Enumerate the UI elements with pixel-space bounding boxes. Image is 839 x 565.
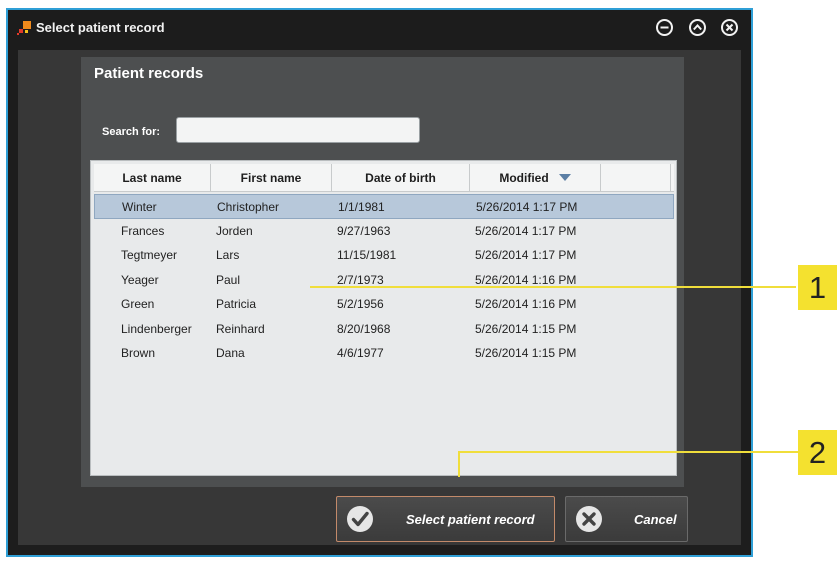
panel-title: Patient records — [94, 65, 204, 82]
cell-date-of-birth: 1/1/1981 — [338, 200, 385, 214]
cell-modified: 5/26/2014 1:17 PM — [475, 248, 577, 262]
patient-table: Last name First name Date of birth Modif… — [90, 160, 677, 476]
cell-first-name: Patricia — [216, 297, 257, 311]
dialog-buttons: Select patient record Cancel — [18, 496, 741, 542]
cell-last-name: Yeager — [121, 272, 159, 287]
table-row[interactable]: Lindenberger Reinhard 8/20/1968 5/26/201… — [94, 317, 674, 342]
table-header: Last name First name Date of birth Modif… — [94, 164, 674, 192]
window-title: Select patient record — [36, 20, 165, 35]
table-row[interactable]: Tegtmeyer Lars 11/15/1981 5/26/2014 1:17… — [94, 243, 674, 268]
minimize-icon — [656, 19, 674, 36]
column-header-first-name[interactable]: First name — [211, 164, 332, 191]
cell-date-of-birth: 2/7/1973 — [337, 272, 384, 287]
sort-descending-icon — [558, 174, 571, 181]
cell-modified: 5/26/2014 1:16 PM — [475, 272, 577, 287]
cell-date-of-birth: 9/27/1963 — [337, 223, 391, 238]
callout-1-badge: 1 — [798, 265, 837, 310]
table-row[interactable]: Frances Jorden 9/27/1963 5/26/2014 1:17 … — [94, 219, 674, 244]
title-bar[interactable]: Select patient record — [8, 10, 751, 50]
cell-first-name: Jorden — [216, 223, 253, 238]
cancel-button[interactable]: Cancel — [565, 496, 688, 542]
cell-first-name: Reinhard — [216, 321, 265, 336]
minimize-button[interactable] — [655, 18, 674, 37]
callout-1-line — [310, 286, 796, 288]
table-row[interactable]: Brown Dana 4/6/1977 5/26/2014 1:15 PM — [94, 341, 674, 366]
x-icon — [576, 506, 602, 532]
cell-first-name: Christopher — [217, 200, 280, 214]
search-label: Search for: — [102, 126, 161, 138]
callout-2-badge: 2 — [798, 430, 837, 475]
table-row[interactable]: Winter Christopher 1/1/1981 5/26/2014 1:… — [94, 194, 674, 219]
cell-date-of-birth: 4/6/1977 — [337, 346, 384, 360]
app-logo-icon — [17, 21, 31, 35]
select-patient-record-button[interactable]: Select patient record — [336, 496, 555, 542]
cell-first-name: Paul — [216, 272, 241, 287]
close-icon — [721, 19, 738, 36]
cell-modified: 5/26/2014 1:15 PM — [475, 321, 577, 336]
cell-date-of-birth: 8/20/1968 — [337, 321, 391, 336]
patient-records-panel: Patient records Search for: Last name Fi… — [81, 57, 684, 487]
callout-2-line — [459, 451, 798, 453]
callout-2-leader — [458, 451, 460, 477]
cell-first-name: Dana — [216, 346, 245, 360]
select-patient-record-dialog: Select patient record Patient records Se… — [6, 8, 753, 557]
checkmark-icon — [347, 506, 373, 532]
cancel-button-label: Cancel — [634, 512, 677, 527]
table-row[interactable]: Yeager Paul 2/7/1973 5/26/2014 1:16 PM — [94, 268, 674, 293]
chevron-up-icon — [688, 19, 706, 36]
cell-modified: 5/26/2014 1:16 PM — [475, 297, 577, 311]
maximize-button[interactable] — [688, 18, 707, 37]
column-header-modified[interactable]: Modified — [470, 164, 601, 191]
cell-date-of-birth: 11/15/1981 — [337, 248, 397, 262]
column-header-last-name[interactable]: Last name — [94, 164, 211, 191]
cell-modified: 5/26/2014 1:15 PM — [475, 346, 577, 360]
cell-last-name: Winter — [122, 200, 157, 214]
table-row[interactable]: Green Patricia 5/2/1956 5/26/2014 1:16 P… — [94, 292, 674, 317]
dialog-content: Patient records Search for: Last name Fi… — [18, 50, 741, 545]
search-input[interactable] — [176, 117, 420, 143]
column-header-spacer — [601, 164, 671, 191]
cell-last-name: Brown — [121, 346, 156, 360]
cell-date-of-birth: 5/2/1956 — [337, 297, 384, 311]
cell-first-name: Lars — [216, 248, 240, 262]
close-button[interactable] — [720, 18, 739, 37]
cell-last-name: Lindenberger — [121, 321, 192, 336]
cell-modified: 5/26/2014 1:17 PM — [475, 223, 577, 238]
cell-last-name: Frances — [121, 223, 165, 238]
window-controls — [646, 18, 739, 42]
table-body: Winter Christopher 1/1/1981 5/26/2014 1:… — [94, 194, 674, 366]
cell-last-name: Tegtmeyer — [121, 248, 178, 262]
cell-modified: 5/26/2014 1:17 PM — [476, 200, 578, 214]
column-header-date-of-birth[interactable]: Date of birth — [332, 164, 470, 191]
cell-last-name: Green — [121, 297, 155, 311]
select-button-label: Select patient record — [406, 512, 535, 527]
